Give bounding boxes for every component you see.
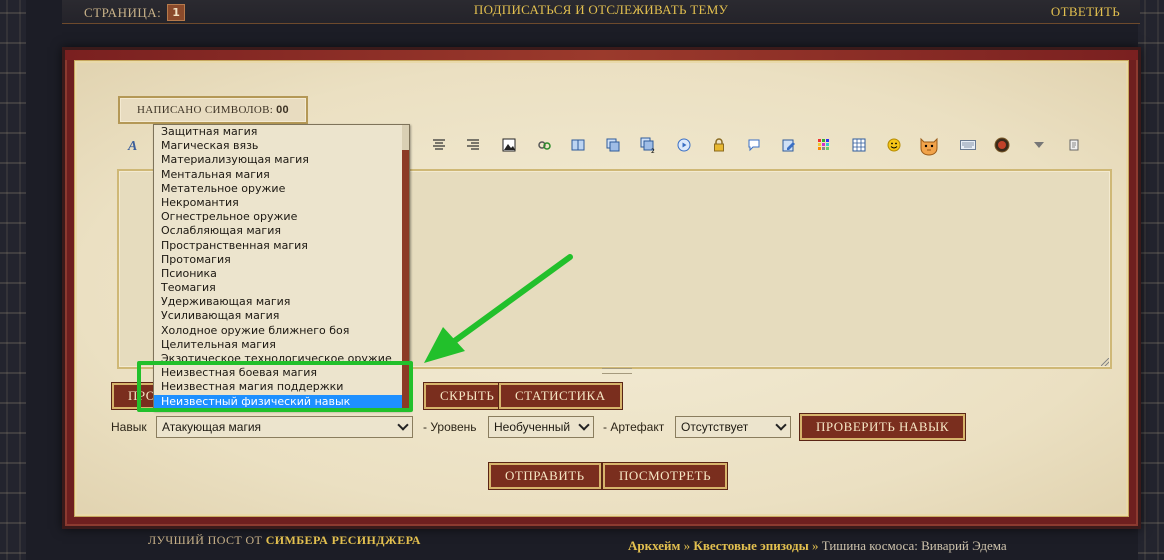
- skill-option[interactable]: Протомагия: [154, 253, 409, 267]
- char-counter-label: НАПИСАНО СИМВОЛОВ:: [137, 104, 274, 116]
- smiley-icon[interactable]: [885, 136, 903, 154]
- skill-option[interactable]: Холодное оружие ближнего боя: [154, 324, 409, 338]
- image-icon[interactable]: [500, 136, 518, 154]
- send-button[interactable]: ОТПРАВИТЬ: [489, 463, 601, 489]
- chevron-down-icon: [397, 419, 409, 431]
- chevron-down-icon: [775, 419, 787, 431]
- table-icon[interactable]: [850, 136, 868, 154]
- dropdown-scroll-thumb[interactable]: [402, 150, 409, 410]
- skill-option[interactable]: Экзотическое технологическое оружие: [154, 352, 409, 366]
- cat-sticker-icon[interactable]: [917, 133, 941, 157]
- font-style-icon[interactable]: A: [125, 136, 143, 154]
- resize-handle[interactable]: [1101, 358, 1109, 366]
- best-post-banner: ЛУЧШИЙ ПОСТ ОТ СИМБЕРА РЕСИНДЖЕРА: [148, 533, 421, 548]
- chevron-down-icon: [578, 419, 590, 431]
- align-center-icon[interactable]: [430, 136, 448, 154]
- align-right-icon[interactable]: [464, 136, 482, 154]
- char-counter-value: 00: [276, 104, 289, 116]
- svg-text:A: A: [127, 139, 137, 152]
- svg-text:2: 2: [651, 148, 655, 153]
- skill-option[interactable]: Целительная магия: [154, 338, 409, 352]
- breadcrumb-current: Тишина космоса: Виварий Эдема: [821, 538, 1007, 553]
- colors-icon[interactable]: [815, 136, 833, 154]
- skill-options: Защитная магия Магическая вязь Материализу…: [154, 125, 409, 409]
- breadcrumb-section-link[interactable]: Квестовые эпизоды: [693, 538, 808, 553]
- book-icon[interactable]: [569, 136, 587, 154]
- skill-option[interactable]: Псионика: [154, 267, 409, 281]
- skill-option[interactable]: Неизвестная боевая магия: [154, 366, 409, 380]
- play-icon[interactable]: [675, 136, 693, 154]
- speech-bubble-icon[interactable]: [745, 136, 763, 154]
- level-label: - Уровень: [423, 420, 477, 434]
- annotation-arrow: [424, 254, 573, 363]
- triangle-down-icon[interactable]: [1030, 136, 1048, 154]
- skill-option[interactable]: Пространственная магия: [154, 239, 409, 253]
- copy-icon[interactable]: [604, 136, 622, 154]
- dropdown-scrollbar[interactable]: [402, 125, 409, 410]
- scroll-icon[interactable]: [1065, 136, 1083, 154]
- lock-icon[interactable]: [710, 136, 728, 154]
- textarea-grip[interactable]: [602, 368, 632, 374]
- skill-dropdown-list[interactable]: Защитная магия Магическая вязь Материализу…: [153, 124, 410, 411]
- best-post-label: ЛУЧШИЙ ПОСТ ОТ: [148, 533, 263, 547]
- subscribe-link[interactable]: ПОДПИСАТЬСЯ И ОТСЛЕЖИВАТЬ ТЕМУ: [474, 2, 728, 17]
- level-select[interactable]: Необученный: [488, 416, 594, 438]
- skill-option[interactable]: Неизвестный физический навык: [154, 394, 409, 409]
- skill-option[interactable]: Усиливающая магия: [154, 309, 409, 323]
- char-counter: НАПИСАНО СИМВОЛОВ: 00: [118, 96, 308, 124]
- breadcrumb-forum-link[interactable]: Аркхейм: [628, 538, 680, 553]
- skill-option[interactable]: Огнестрельное оружие: [154, 210, 409, 224]
- link-icon[interactable]: [535, 136, 553, 154]
- copy-2-icon[interactable]: 2: [639, 136, 657, 154]
- skill-option[interactable]: Магическая вязь: [154, 139, 409, 153]
- skill-option[interactable]: Теомагия: [154, 281, 409, 295]
- hide-button[interactable]: СКРЫТЬ: [424, 383, 511, 409]
- view-button[interactable]: ПОСМОТРЕТЬ: [603, 463, 728, 489]
- topic-topbar: СТРАНИЦА: 1 ПОДПИСАТЬСЯ И ОТСЛЕЖИВАТЬ ТЕ…: [62, 0, 1140, 24]
- artifact-select[interactable]: Отсутствует: [675, 416, 791, 438]
- stats-button[interactable]: СТАТИСТИКА: [499, 383, 622, 409]
- pencil-icon[interactable]: [780, 136, 798, 154]
- right-rune-border: [1138, 0, 1164, 560]
- skill-select[interactable]: Атакующая магия: [156, 416, 413, 438]
- keyboard-icon[interactable]: [959, 136, 977, 154]
- skill-option[interactable]: Ослабляющая магия: [154, 224, 409, 238]
- gem-icon[interactable]: [993, 136, 1011, 154]
- skill-option[interactable]: Неизвестная магия поддержки: [154, 380, 409, 394]
- skill-option[interactable]: Материализующая магия: [154, 153, 409, 167]
- artifact-label: - Артефакт: [603, 420, 665, 434]
- reply-link[interactable]: ОТВЕТИТЬ: [1051, 4, 1120, 20]
- skill-option[interactable]: Некромантия: [154, 196, 409, 210]
- best-post-author-link[interactable]: СИМБЕРА РЕСИНДЖЕРА: [266, 533, 421, 547]
- skill-option[interactable]: Удерживающая магия: [154, 295, 409, 309]
- skill-option[interactable]: Метательное оружие: [154, 182, 409, 196]
- check-skill-button[interactable]: ПРОВЕРИТЬ НАВЫК: [800, 414, 966, 440]
- skill-option[interactable]: Защитная магия: [154, 125, 409, 139]
- left-rune-border: [0, 0, 26, 560]
- breadcrumb: Аркхейм » Квестовые эпизоды » Тишина кос…: [628, 538, 1007, 553]
- skill-label: Навык: [111, 420, 147, 434]
- skill-option[interactable]: Ментальная магия: [154, 168, 409, 182]
